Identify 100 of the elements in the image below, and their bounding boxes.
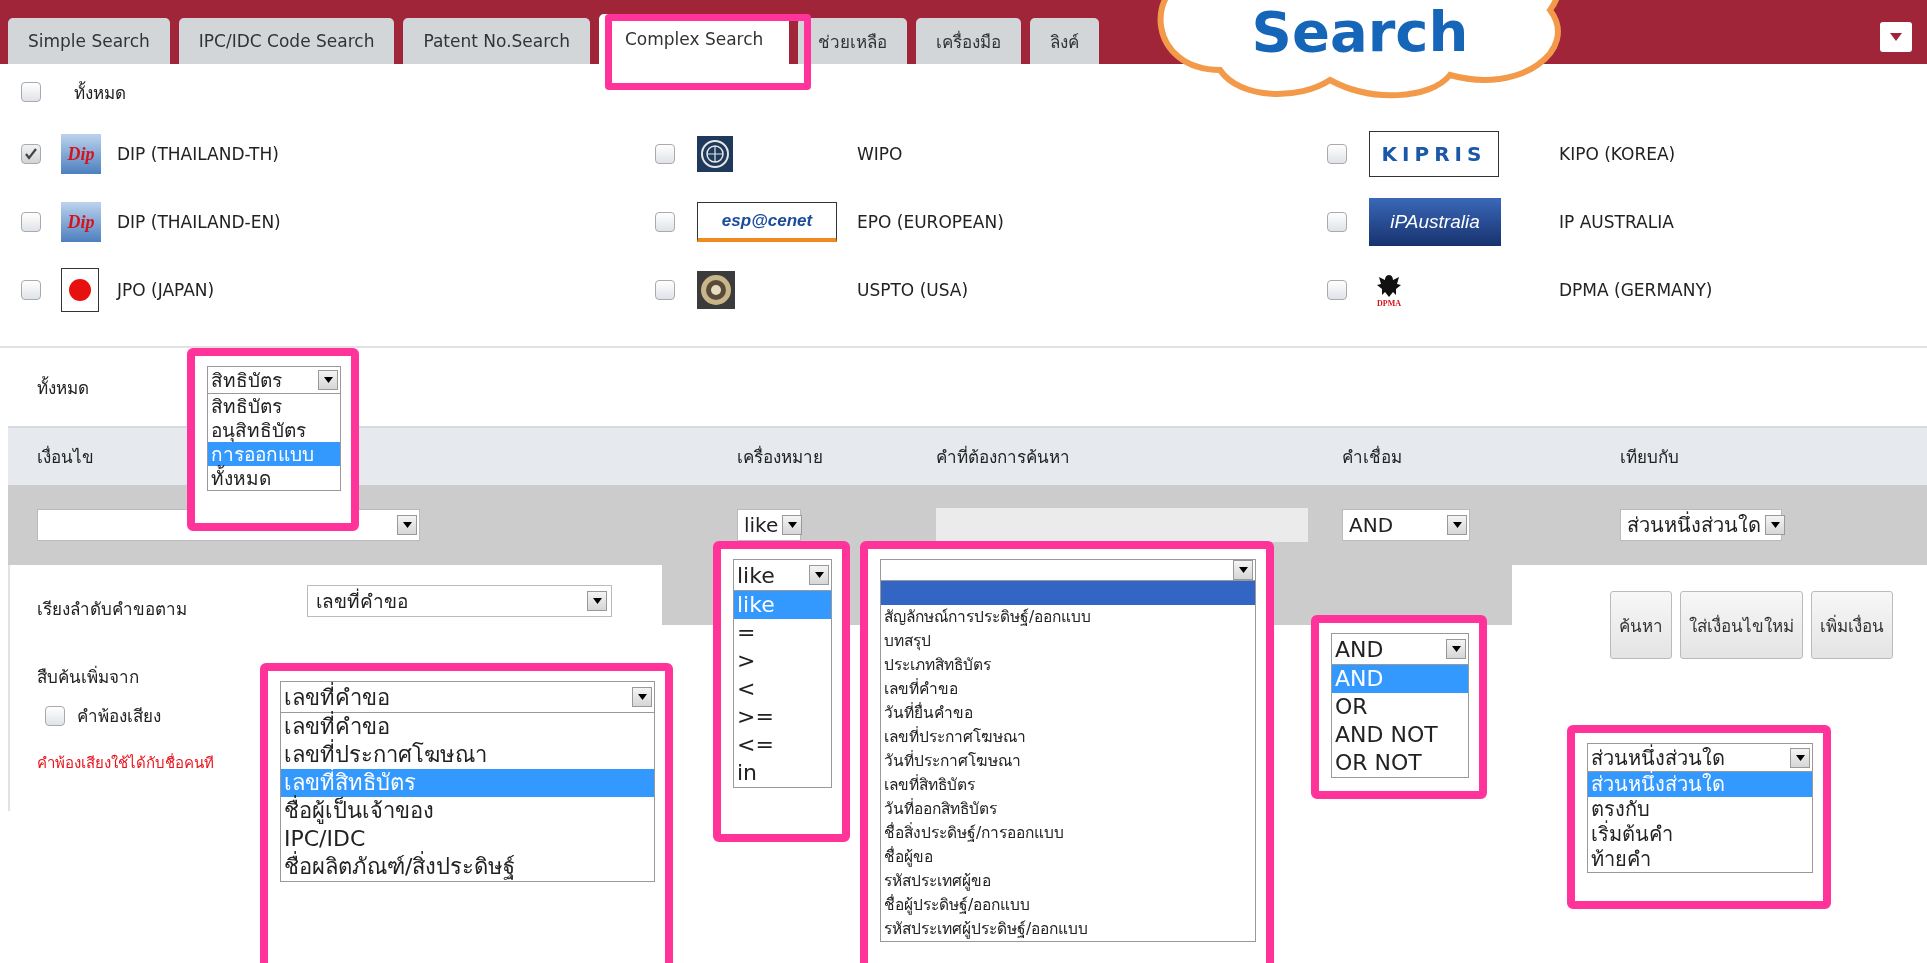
dropdown-option[interactable]: รหัสประเทศผู้ประดิษฐ์/ออกแบบ bbox=[881, 917, 1255, 941]
dropdown-option[interactable]: AND NOT bbox=[1332, 721, 1468, 749]
seal-icon bbox=[697, 271, 735, 309]
dropdown-option[interactable]: ทั้งหมด bbox=[208, 466, 340, 490]
source-label: WIPO bbox=[857, 144, 903, 164]
action-button[interactable]: ใส่เงื่อนไขใหม่ bbox=[1680, 591, 1803, 659]
select-field[interactable]: AND bbox=[1331, 633, 1469, 665]
field-label: เรียงลำดับคำขอตาม bbox=[37, 597, 188, 621]
checkbox[interactable] bbox=[655, 280, 675, 300]
dropdown-option[interactable]: อนุสิทธิบัตร bbox=[208, 418, 340, 442]
dropdown-option[interactable]: OR bbox=[1332, 693, 1468, 721]
checkbox-label: คำพ้องเสียง bbox=[77, 705, 161, 728]
column-header: เครื่องหมาย bbox=[737, 444, 823, 469]
select-field[interactable]: like bbox=[737, 509, 801, 541]
checkbox-label: ทั้งหมด bbox=[74, 80, 126, 105]
source-label: EPO (EUROPEAN) bbox=[857, 212, 1004, 232]
dropdown-option[interactable]: เลขที่สิทธิบัตร bbox=[881, 773, 1255, 797]
checkbox[interactable] bbox=[655, 212, 675, 232]
dropdown-option[interactable]: ชื่อผู้เป็นเจ้าของ bbox=[281, 797, 654, 825]
dropdown-option[interactable]: เริ่มต้นคำ bbox=[1588, 822, 1812, 847]
tab[interactable]: ลิงค์ bbox=[1030, 18, 1100, 64]
tab[interactable]: Patent No.Search bbox=[403, 18, 590, 64]
select-field[interactable]: สิทธิบัตร bbox=[207, 366, 341, 394]
callout-text: Search bbox=[1251, 4, 1469, 60]
input-field[interactable] bbox=[936, 508, 1308, 542]
tab[interactable]: Simple Search bbox=[8, 18, 170, 64]
dropdown-option[interactable]: เลขที่ประกาศโฆษณา bbox=[881, 725, 1255, 749]
dropdown-option[interactable]: สัญลักษณ์การประดิษฐ์/ออกแบบ bbox=[881, 605, 1255, 629]
action-button[interactable]: ค้นหา bbox=[1610, 591, 1672, 659]
dropdown-option[interactable]: เลขที่ประกาศโฆษณา bbox=[281, 741, 654, 769]
dropdown-option[interactable]: ท้ายคำ bbox=[1588, 847, 1812, 872]
caret-icon bbox=[1446, 639, 1466, 659]
checkbox[interactable] bbox=[655, 144, 675, 164]
dropdown-option[interactable]: เลขที่คำขอ bbox=[881, 677, 1255, 701]
select-field[interactable]: เลขที่คำขอ bbox=[307, 585, 612, 617]
tab[interactable]: เครื่องมือ bbox=[916, 18, 1022, 64]
column-header: คำที่ต้องการค้นหา bbox=[936, 444, 1070, 469]
dropdown-option[interactable]: ชื่อผู้ประดิษฐ์/ออกแบบ bbox=[881, 893, 1255, 917]
source-label: IP AUSTRALIA bbox=[1559, 212, 1674, 232]
dropdown-option[interactable]: ชื่อผลิตภัณฑ์/สิ่งประดิษฐ์ bbox=[281, 853, 654, 881]
select-field[interactable] bbox=[880, 559, 1256, 581]
dropdown-option[interactable]: = bbox=[734, 619, 831, 647]
checkbox[interactable] bbox=[1327, 144, 1347, 164]
column-header: เทียบกับ bbox=[1620, 446, 1679, 469]
agency-logo: KIPRIS bbox=[1369, 131, 1499, 177]
dropdown-option[interactable]: ชื่อสิ่งประดิษฐ์/การออกแบบ bbox=[881, 821, 1255, 845]
source-label: DPMA (GERMANY) bbox=[1559, 280, 1713, 300]
column-header: คำเชื่อม bbox=[1342, 444, 1402, 469]
dropdown-option[interactable]: ชื่อผู้ขอ bbox=[881, 845, 1255, 869]
dropdown-option[interactable]: วันที่ประกาศโฆษณา bbox=[881, 749, 1255, 773]
tab[interactable]: IPC/IDC Code Search bbox=[178, 18, 395, 64]
dropdown-option[interactable]: in bbox=[734, 759, 831, 787]
dropdown-option[interactable]: วันที่ออกสิทธิบัตร bbox=[881, 797, 1255, 821]
source-label: DIP (THAILAND-TH) bbox=[117, 144, 279, 164]
select-field[interactable]: ส่วนหนึ่งส่วนใด bbox=[1620, 509, 1782, 541]
caret-icon bbox=[1790, 747, 1810, 768]
caret-icon bbox=[397, 515, 417, 535]
caret-icon bbox=[318, 370, 338, 390]
source-label: USPTO (USA) bbox=[857, 280, 969, 300]
caret-icon bbox=[1765, 515, 1785, 535]
agency-logo: esp@cenet bbox=[697, 202, 837, 242]
caret-icon bbox=[1233, 560, 1253, 580]
checkbox[interactable] bbox=[21, 212, 41, 232]
source-label: JPO (JAPAN) bbox=[117, 280, 215, 300]
caret-icon bbox=[632, 687, 652, 707]
globe-emblem-icon bbox=[697, 136, 733, 172]
column-header: เงื่อนไข bbox=[37, 444, 94, 469]
caret-icon bbox=[1890, 33, 1902, 41]
checkbox[interactable] bbox=[21, 280, 41, 300]
source-label: KIPO (KOREA) bbox=[1559, 144, 1676, 164]
checkbox[interactable] bbox=[45, 705, 65, 726]
source-label: DIP (THAILAND-EN) bbox=[117, 212, 281, 232]
hint-text: คำพ้องเสียงใช้ได้กับชื่อคนที bbox=[37, 752, 214, 774]
dropdown-option[interactable]: บทสรุป bbox=[881, 629, 1255, 653]
dropdown-option[interactable]: < bbox=[734, 675, 831, 703]
tab[interactable]: ช่วยเหลือ bbox=[798, 18, 908, 64]
caret-icon bbox=[782, 515, 803, 535]
dropdown-option[interactable]: >= bbox=[734, 703, 831, 731]
caret-icon bbox=[1447, 515, 1467, 535]
dropdown-option[interactable]: OR NOT bbox=[1332, 749, 1468, 777]
agency-logo: DPMA bbox=[1369, 272, 1409, 308]
checkbox[interactable] bbox=[1327, 212, 1347, 232]
checkbox[interactable] bbox=[21, 82, 41, 102]
select-field[interactable]: ส่วนหนึ่งส่วนใด bbox=[1587, 743, 1813, 772]
agency-logo: Dip bbox=[61, 134, 101, 174]
action-button[interactable]: เพิ่มเงื่อน bbox=[1811, 591, 1893, 659]
dropdown-option[interactable]: สิทธิบัตร bbox=[208, 394, 340, 418]
flag-icon bbox=[61, 268, 99, 312]
dropdown-option[interactable]: <= bbox=[734, 731, 831, 759]
field-label: สืบค้นเพิ่มจาก bbox=[37, 664, 139, 689]
dropdown-option[interactable]: รหัสประเทศผู้ขอ bbox=[881, 869, 1255, 893]
checkbox[interactable] bbox=[1327, 280, 1347, 300]
select-field[interactable]: AND bbox=[1342, 509, 1470, 541]
dropdown-option[interactable]: ประเภทสิทธิบัตร bbox=[881, 653, 1255, 677]
select-field[interactable]: like bbox=[733, 559, 832, 591]
dropdown-option[interactable]: > bbox=[734, 647, 831, 675]
menu-button[interactable] bbox=[1880, 22, 1912, 52]
field-label: ทั้งหมด bbox=[37, 375, 89, 400]
checkbox[interactable] bbox=[21, 144, 41, 164]
dropdown-option[interactable]: วันที่ยื่นคำขอ bbox=[881, 701, 1255, 725]
